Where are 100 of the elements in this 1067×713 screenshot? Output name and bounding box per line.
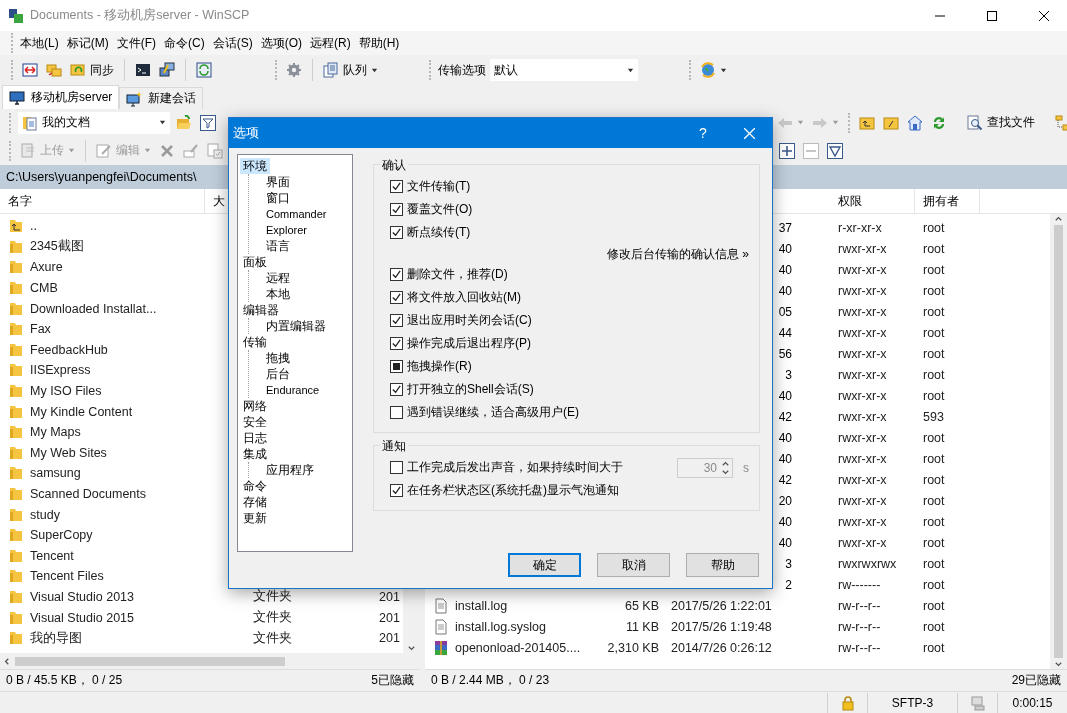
sync-button[interactable]: 同步 (68, 58, 116, 82)
folder-icon (8, 383, 24, 400)
tree-item[interactable]: 存储 (240, 494, 270, 510)
checkbox[interactable] (390, 291, 403, 304)
checkbox[interactable] (390, 268, 403, 281)
permissions-cell-text: rwxr-xr-x (837, 325, 888, 340)
tree-item[interactable]: 远程 (263, 270, 293, 286)
dialog-button[interactable]: 取消 (597, 553, 670, 577)
tree-item[interactable]: 本地 (263, 286, 293, 302)
location-dropdown[interactable]: 我的文档 (18, 111, 170, 134)
file-name-cell: Downloaded Installat... (0, 300, 205, 317)
session-tab[interactable]: 移动机房server (2, 85, 120, 109)
menu-item[interactable]: 会话(S) (208, 34, 257, 52)
checkbox[interactable] (390, 360, 403, 373)
date-cell: 40 (778, 262, 792, 277)
session-tab[interactable]: 新建会话 (119, 87, 204, 109)
tree-item[interactable]: 集成 (240, 446, 270, 462)
tree-item[interactable]: 窗口 (263, 190, 293, 206)
dialog-button[interactable]: 帮助 (686, 553, 759, 577)
tree-item[interactable]: 界面 (263, 174, 293, 190)
tree-item[interactable]: 更新 (240, 510, 270, 526)
find-files-button[interactable]: 查找文件 (965, 110, 1037, 135)
tree-item[interactable]: 传输 (240, 334, 270, 350)
options-tree[interactable]: 环境 界面 窗口 Commander Explorer 语言 面板 远程 本地 编辑器 内置编辑器 传输 拖拽 后台 Endurance 网络 安全 日志 集成 应用程序 命令 存储 更新 (237, 154, 353, 552)
queue-button[interactable]: 队列 (321, 58, 380, 82)
permissions-cell-text: rwxr-xr-x (837, 493, 888, 508)
permissions-cell-text: rwxr-xr-x (837, 283, 888, 298)
tree-item[interactable]: 拖拽 (263, 350, 293, 366)
tree-item[interactable]: 后台 (263, 366, 293, 382)
date-cell: 40 (778, 514, 792, 529)
checkbox[interactable] (390, 337, 403, 350)
checkbox[interactable] (390, 314, 403, 327)
menu-item[interactable]: 文件(F) (112, 34, 160, 52)
checkbox[interactable] (390, 180, 403, 193)
owner-cell-text: root (922, 598, 946, 613)
tree-item[interactable]: Explorer (263, 222, 310, 238)
rename-icon (183, 142, 199, 159)
owner-cell-text: root (922, 535, 946, 550)
permissions-cell-text: rwxr-xr-x (837, 241, 888, 256)
tree-item[interactable]: 网络 (240, 398, 270, 414)
tree-item[interactable]: 安全 (240, 414, 270, 430)
check-icon (391, 181, 402, 192)
checkbox[interactable] (390, 406, 403, 419)
folder-icon (8, 280, 24, 297)
checkbox[interactable] (390, 203, 403, 216)
checkbox[interactable] (390, 383, 403, 396)
folder-icon (8, 300, 24, 317)
owner-cell-text: root (922, 262, 946, 277)
file-name-cell: study (0, 506, 205, 523)
menu-item[interactable]: 选项(O) (256, 34, 306, 52)
tree-item[interactable]: 面板 (240, 254, 270, 270)
group-title: 通知 (380, 438, 408, 455)
file-name-cell: 我的导图 (0, 629, 205, 647)
delete-icon (159, 142, 175, 159)
column-header[interactable]: 权限 (830, 189, 915, 213)
file-name-cell: My Maps (0, 424, 205, 441)
tree-item[interactable]: 环境 (240, 158, 270, 174)
menu-item[interactable]: 帮助(H) (354, 34, 404, 52)
tree-item[interactable]: Commander (263, 206, 330, 222)
tree-item[interactable]: 编辑器 (240, 302, 282, 318)
permissions-cell-text: rwxrwxrwx (837, 556, 898, 571)
date-cell: 37 (778, 220, 792, 235)
tree-item[interactable]: 内置编辑器 (263, 318, 329, 334)
dialog-title: 选项 (233, 124, 260, 142)
dialog-button[interactable]: 确定 (508, 553, 581, 577)
date-cell-text: 201 (378, 631, 401, 646)
owner-cell-text: root (922, 514, 946, 529)
tree-item[interactable]: Endurance (263, 382, 323, 398)
caret-icon (832, 119, 839, 126)
file-name-cell: My Kindle Content (0, 403, 205, 420)
checkbox[interactable] (390, 226, 403, 239)
checkbox[interactable] (390, 484, 403, 497)
column-header[interactable]: 拥有者 (915, 189, 980, 213)
file-name-cell: My Web Sites (0, 444, 205, 461)
owner-cell-text: 593 (922, 409, 945, 424)
owner-cell-text: root (922, 472, 946, 487)
scrollbar[interactable] (1050, 214, 1067, 669)
column-header[interactable]: 名字 (0, 189, 205, 213)
tree-item[interactable]: 命令 (240, 478, 270, 494)
help-button[interactable]: ? (680, 118, 726, 148)
menu-item[interactable]: 命令(C) (160, 34, 209, 52)
folder-icon (8, 506, 24, 523)
caret-icon (371, 66, 378, 74)
tree-item[interactable]: 应用程序 (263, 462, 317, 478)
menu-item[interactable]: 标记(M) (62, 34, 113, 52)
checkbox-label: 在任务栏状态区(系统托盘)显示气泡通知 (407, 482, 619, 499)
transfer-settings-dropdown[interactable]: 默认 (490, 59, 638, 81)
caret-icon (720, 66, 727, 74)
permissions-cell-text: rwxr-xr-x (837, 472, 888, 487)
date-cell-text: 201 (378, 590, 401, 604)
folder-icon (8, 362, 24, 379)
file-name-cell: FeedbackHub (0, 341, 205, 358)
lock-icon (839, 694, 856, 711)
menu-item[interactable]: 远程(R) (306, 34, 355, 52)
menu-item[interactable]: 本地(L) (16, 34, 63, 52)
date-cell: 05 (778, 304, 792, 319)
check-icon (391, 384, 402, 395)
tree-item[interactable]: 日志 (240, 430, 270, 446)
tree-item[interactable]: 语言 (263, 238, 293, 254)
confirm-settings-link[interactable]: 修改后台传输的确认信息 » (607, 245, 749, 263)
